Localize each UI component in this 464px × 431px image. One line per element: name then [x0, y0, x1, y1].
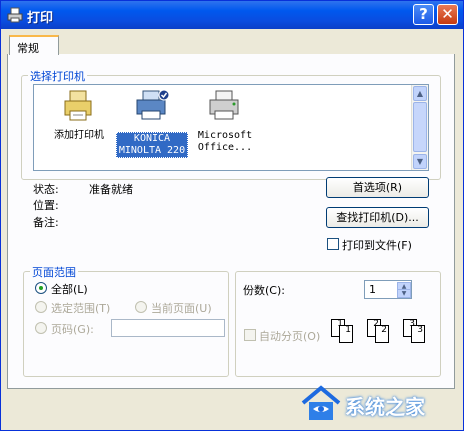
- collate-page: 3: [411, 325, 425, 343]
- collate-page: 1: [339, 325, 353, 343]
- printer-item-konica-label: KONICA MINOLTA 220: [115, 132, 189, 158]
- pages-input[interactable]: [111, 319, 225, 337]
- printer-title-icon: [7, 7, 23, 23]
- pages-label: 页码(G):: [51, 323, 94, 336]
- copies-input[interactable]: 1 ▲ ▼: [364, 280, 412, 299]
- current-page-label: 当前页面(U): [151, 302, 212, 315]
- help-button[interactable]: ?: [413, 4, 434, 25]
- selection-label: 选定范围(T): [51, 302, 111, 315]
- house-logo-icon: [301, 385, 341, 420]
- preferences-button[interactable]: 首选项(R): [326, 177, 429, 198]
- pages-radio[interactable]: [35, 322, 47, 334]
- tab-general[interactable]: 常规: [9, 35, 59, 55]
- all-pages-label: 全部(L): [51, 283, 88, 296]
- printer-item-microsoft[interactable]: Microsoft Office...: [184, 89, 266, 154]
- watermark-logo: 系统之家: [297, 381, 463, 427]
- collate-checkbox[interactable]: [244, 329, 256, 341]
- collate-page: 2: [375, 325, 389, 343]
- print-to-file-checkbox[interactable]: [327, 238, 339, 250]
- location-label: 位置:: [33, 199, 59, 212]
- add-printer-icon: [64, 90, 92, 121]
- find-printer-button[interactable]: 查找打印机(D)...: [326, 207, 429, 228]
- print-dialog: 打印 ? ✕ 常规 选择打印机 添加打印机 KONICA MINOLTA 220…: [0, 0, 464, 431]
- print-to-file-label: 打印到文件(F): [342, 239, 412, 252]
- all-pages-radio[interactable]: [35, 282, 47, 294]
- copies-value: 1: [369, 283, 376, 296]
- close-button[interactable]: ✕: [437, 4, 458, 25]
- scroll-thumb[interactable]: [413, 102, 427, 152]
- current-page-radio[interactable]: [135, 301, 147, 313]
- printer-icon: [209, 90, 239, 120]
- collate-label: 自动分页(O): [259, 330, 321, 343]
- printer-item-microsoft-label: Microsoft Office...: [197, 130, 253, 153]
- page-range-label: 页面范围: [30, 264, 78, 280]
- watermark-text: 系统之家: [345, 395, 425, 419]
- tab-general-label: 常规: [17, 42, 39, 55]
- printer-list[interactable]: 添加打印机 KONICA MINOLTA 220 Microsoft Office.…: [33, 84, 429, 171]
- selection-radio[interactable]: [35, 301, 47, 313]
- printer-item-konica[interactable]: KONICA MINOLTA 220: [114, 89, 190, 158]
- title-bar[interactable]: 打印 ? ✕: [1, 1, 463, 29]
- scroll-up-icon[interactable]: ▲: [413, 86, 427, 101]
- spin-down-icon[interactable]: ▼: [397, 289, 411, 298]
- printer-item-add[interactable]: 添加打印机: [38, 89, 120, 142]
- printer-item-add-label: 添加打印机: [54, 130, 104, 141]
- printer-icon: [136, 89, 170, 120]
- collate-pages-icon: 1 1 2 2 3 3: [331, 319, 431, 349]
- scroll-down-icon[interactable]: ▼: [413, 154, 427, 169]
- select-printer-label: 选择打印机: [28, 68, 87, 84]
- window-title: 打印: [27, 11, 54, 26]
- copies-label: 份数(C):: [243, 284, 285, 297]
- printer-list-scrollbar[interactable]: ▲ ▼: [411, 85, 428, 170]
- status-value: 准备就绪: [89, 183, 133, 196]
- status-label: 状态:: [33, 183, 59, 196]
- comment-label: 备注:: [33, 216, 59, 229]
